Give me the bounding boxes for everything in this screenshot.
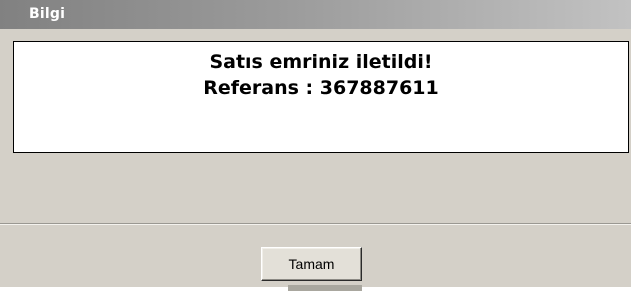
ok-button[interactable]: Tamam xyxy=(261,247,362,281)
bottom-tab-edge xyxy=(288,285,362,291)
message-text: Satıs emriniz iletildi! xyxy=(209,51,433,73)
reference-text: Referans : 367887611 xyxy=(203,77,439,99)
titlebar-spacer xyxy=(0,29,631,41)
info-dialog: Bilgi Satıs emriniz iletildi! Referans :… xyxy=(0,0,631,291)
button-bar: Tamam xyxy=(0,225,631,291)
message-panel: Satıs emriniz iletildi! Referans : 36788… xyxy=(13,41,629,153)
dialog-titlebar[interactable]: Bilgi xyxy=(0,0,631,29)
dialog-title: Bilgi xyxy=(29,6,66,22)
